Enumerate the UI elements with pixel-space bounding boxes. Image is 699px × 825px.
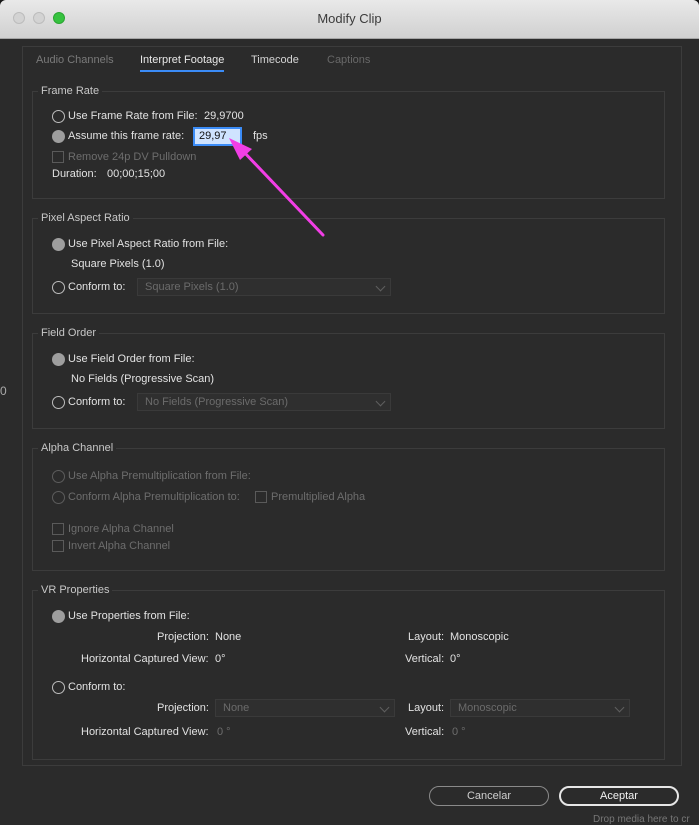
annotation-arrow-icon	[229, 138, 325, 237]
background-drop-text: Drop media here to cr	[593, 814, 690, 825]
modify-clip-dialog: Modify Clip Audio Channels Interpret Foo…	[0, 0, 699, 825]
background-glyph: 0	[0, 384, 7, 398]
